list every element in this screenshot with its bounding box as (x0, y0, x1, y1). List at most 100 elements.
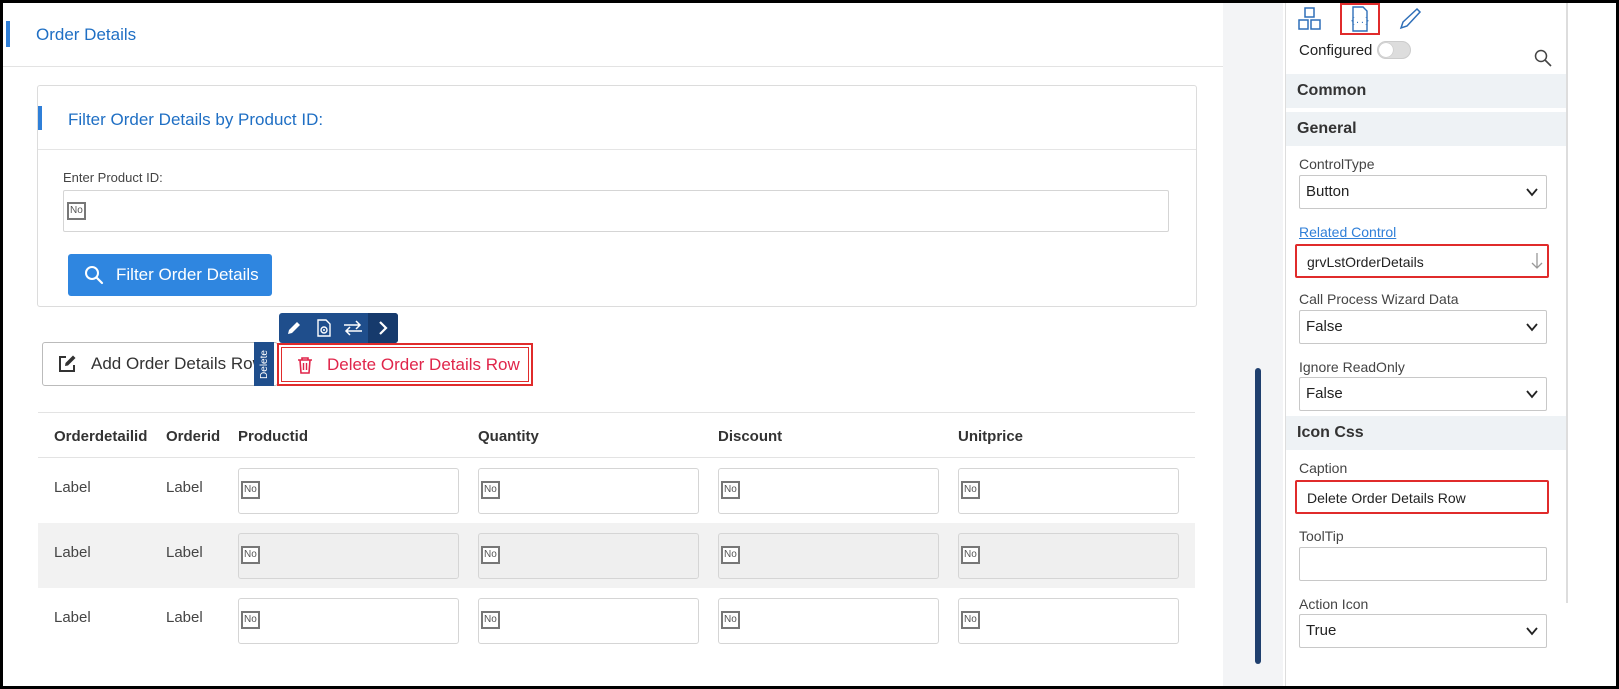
chevron-down-icon (1526, 390, 1538, 399)
column-header-unitprice[interactable]: Unitprice (958, 428, 1023, 445)
delete-tag-label: Delete (258, 349, 270, 379)
call-process-label: Call Process Wizard Data (1299, 291, 1459, 307)
search-icon[interactable] (1534, 49, 1552, 67)
column-header-productid[interactable]: Productid (238, 428, 308, 445)
canvas-gutter (1223, 3, 1283, 686)
code-braces-icon[interactable]: {..} (1340, 3, 1380, 35)
main-area: Order Details Filter Order Details by Pr… (3, 3, 1262, 686)
discount-input[interactable]: No (718, 598, 939, 644)
unitprice-input[interactable]: No (958, 598, 1179, 644)
panel-scrollbar[interactable] (1566, 3, 1568, 603)
page-title: Order Details (36, 25, 137, 44)
ignore-readonly-select[interactable]: False (1299, 377, 1547, 411)
filter-accent-bar (38, 106, 42, 130)
filter-button-label: Filter Order Details (116, 265, 259, 284)
add-button-label: Add Order Details Row (91, 354, 265, 373)
no-chip: No (961, 481, 980, 499)
trash-icon (298, 356, 312, 374)
column-header-orderid[interactable]: Orderid (166, 428, 220, 445)
header-accent-bar (6, 21, 10, 47)
no-chip: No (961, 546, 980, 564)
column-header-quantity[interactable]: Quantity (478, 428, 539, 445)
product-id-label: Enter Product ID: (63, 170, 163, 185)
main-scrollbar[interactable] (1255, 368, 1261, 664)
no-chip: No (721, 481, 740, 499)
control-type-select[interactable]: Button (1299, 175, 1547, 209)
brush-icon[interactable] (1390, 3, 1430, 35)
orderid-cell: Label (166, 479, 203, 496)
filter-order-details-button[interactable]: Filter Order Details (68, 254, 272, 296)
ignore-readonly-label: Ignore ReadOnly (1299, 359, 1405, 375)
ignore-readonly-value: False (1306, 385, 1343, 402)
page-header: Order Details (3, 3, 1262, 67)
call-process-value: False (1306, 318, 1343, 335)
properties-panel: {..} Configured Common General ControlTy… (1285, 3, 1566, 686)
unitprice-input[interactable]: No (958, 468, 1179, 514)
no-chip: No (721, 611, 740, 629)
configured-label: Configured (1299, 42, 1373, 59)
tooltip-label: ToolTip (1299, 528, 1344, 544)
delete-order-details-row-button[interactable]: Delete Order Details Row (277, 343, 533, 386)
table-row: Label Label No No No No (38, 588, 1195, 653)
quantity-input[interactable]: No (478, 468, 699, 514)
quantity-input[interactable]: No (478, 533, 699, 579)
chevron-right-icon[interactable] (368, 313, 398, 343)
no-chip: No (67, 202, 86, 220)
action-icon-label: Action Icon (1299, 596, 1369, 612)
call-process-select[interactable]: False (1299, 310, 1547, 344)
delete-tag: Delete (254, 342, 274, 386)
grid-header: Orderdetailid Orderid Productid Quantity… (38, 412, 1195, 458)
panel-tabs: {..} (1286, 3, 1566, 37)
pencil-icon[interactable] (279, 313, 309, 343)
product-id-input[interactable]: No (63, 190, 1169, 232)
productid-input[interactable]: No (238, 468, 459, 514)
orderdetailid-cell: Label (54, 479, 91, 496)
no-chip: No (481, 546, 500, 564)
table-row: Label Label No No No No (38, 523, 1195, 588)
add-order-details-row-button[interactable]: Add Order Details Row (42, 342, 278, 386)
no-chip: No (241, 546, 260, 564)
no-chip: No (241, 481, 260, 499)
orderid-cell: Label (166, 544, 203, 561)
swap-arrows-icon[interactable] (339, 313, 369, 343)
caption-label: Caption (1299, 460, 1348, 476)
caption-input[interactable]: Delete Order Details Row (1295, 480, 1549, 514)
caption-value: Delete Order Details Row (1307, 490, 1466, 506)
action-icon-select[interactable]: True (1299, 614, 1547, 648)
column-header-orderdetailid[interactable]: Orderdetailid (54, 428, 147, 445)
control-type-label: ControlType (1299, 156, 1375, 172)
layout-icon[interactable] (1290, 3, 1330, 35)
section-common[interactable]: Common (1286, 74, 1566, 108)
quantity-input[interactable]: No (478, 598, 699, 644)
related-control-link[interactable]: Related Control (1299, 224, 1396, 240)
related-control-value: grvLstOrderDetails (1307, 254, 1424, 270)
configured-toggle[interactable] (1377, 41, 1411, 59)
chevron-down-icon (1526, 323, 1538, 332)
filter-card-header: Filter Order Details by Product ID: (38, 86, 1196, 150)
table-row: Label Label No No No No (38, 458, 1195, 523)
orderid-cell: Label (166, 609, 203, 626)
productid-input[interactable]: No (238, 533, 459, 579)
productid-input[interactable]: No (238, 598, 459, 644)
section-general[interactable]: General (1286, 112, 1566, 146)
filter-card: Filter Order Details by Product ID: Ente… (37, 85, 1197, 307)
orderdetailid-cell: Label (54, 544, 91, 561)
orderdetailid-cell: Label (54, 609, 91, 626)
control-toolbar (279, 313, 398, 343)
column-header-discount[interactable]: Discount (718, 428, 782, 445)
toggle-knob (1379, 43, 1393, 57)
unitprice-input[interactable]: No (958, 533, 1179, 579)
order-details-grid: Orderdetailid Orderid Productid Quantity… (38, 412, 1195, 653)
search-icon (85, 266, 104, 285)
no-chip: No (721, 546, 740, 564)
chevron-down-icon (1526, 188, 1538, 197)
document-settings-icon[interactable] (309, 313, 339, 343)
discount-input[interactable]: No (718, 533, 939, 579)
tooltip-input[interactable] (1299, 547, 1547, 581)
discount-input[interactable]: No (718, 468, 939, 514)
section-icon-css[interactable]: Icon Css (1286, 416, 1566, 450)
related-control-field[interactable]: grvLstOrderDetails (1295, 244, 1549, 278)
chevron-down-icon (1526, 627, 1538, 636)
no-chip: No (481, 481, 500, 499)
delete-button-label: Delete Order Details Row (327, 354, 520, 374)
